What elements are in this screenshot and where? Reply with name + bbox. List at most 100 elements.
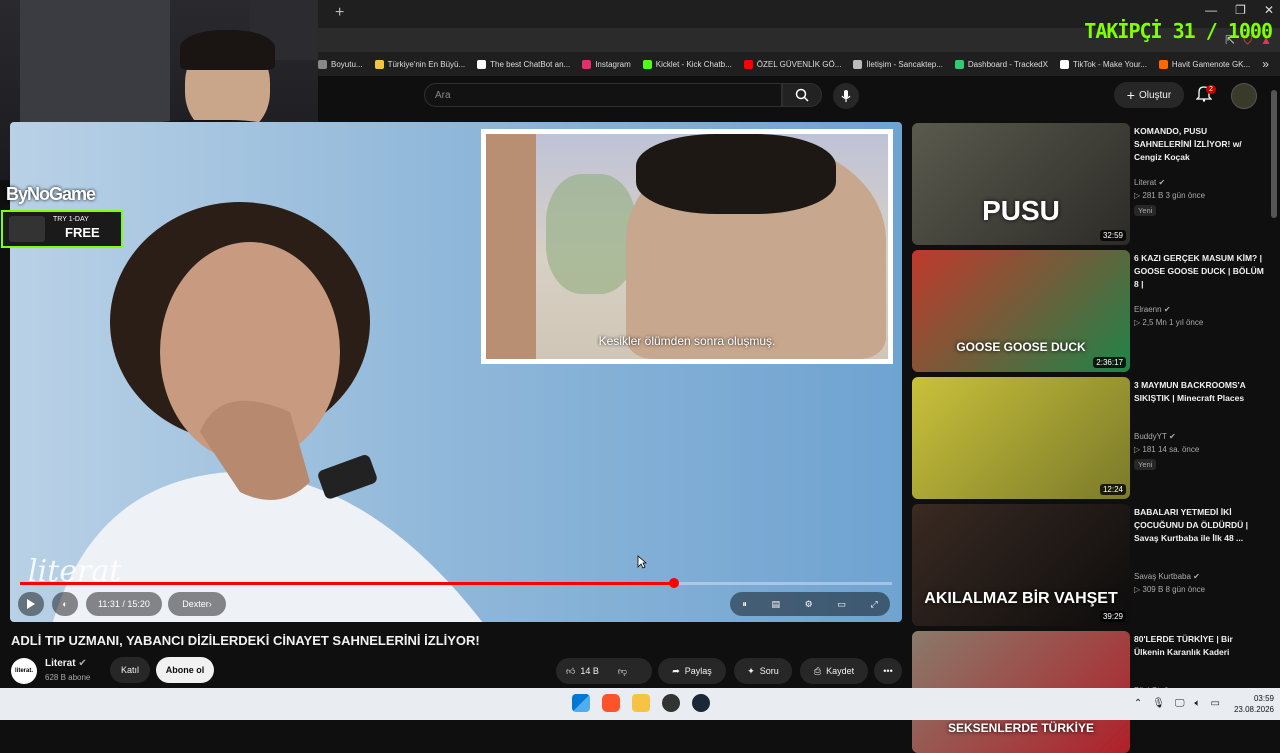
inset-scene-image: Kesikler ölümden sonra oluşmuş. [486,134,888,359]
video-subtitle: Kesikler ölümden sonra oluşmuş. [598,334,776,348]
streamer-hair [180,30,275,70]
voice-search-button[interactable] [833,83,859,109]
maximize-button[interactable]: ❐ [1235,3,1246,17]
video-thumbnail[interactable]: GOOSE GOOSE DUCK 2:36:17 [912,250,1130,372]
theater-mode-icon[interactable]: ▭ [837,599,846,610]
like-dislike-group: 👍︎ 14 B 👎︎ [556,658,652,684]
video-thumbnail[interactable]: 12:24 [912,377,1130,499]
steam-icon[interactable] [692,694,710,712]
time-display: 11:31 / 15:20 [86,592,162,616]
video-duration: 32:59 [1099,230,1126,241]
taskbar-apps [572,694,710,712]
recommendation-channel[interactable]: Elraenn ✔ [1134,305,1171,314]
progress-scrubber[interactable] [669,578,679,588]
bookmark-item[interactable]: The best ChatBot an... [477,59,570,69]
speaker-icon[interactable]: 🔈︎ [1195,698,1201,709]
search-icon [795,88,809,102]
bookmark-item[interactable]: Havit Gamenote GK... [1158,59,1250,69]
bookmark-item[interactable]: Türkiye'nin En Büyü... [374,59,465,69]
bookmark-item[interactable]: TikTok - Make Your... [1059,59,1147,69]
bookmark-item[interactable]: Kicklet - Kick Chatb... [642,59,732,69]
bookmark-item[interactable]: Boyutu... [318,59,363,69]
fullscreen-icon[interactable]: ⤢ [870,599,877,610]
new-tab-button[interactable]: + [335,4,344,22]
brave-browser-icon[interactable] [602,694,620,712]
recommendation-title[interactable]: BABALARI YETMEDİ İKİ ÇOCUĞUNU DA ÖLDÜRDÜ… [1134,506,1264,545]
like-button[interactable]: 👍︎ 14 B [566,666,599,677]
create-label: Oluştur [1138,89,1172,101]
channel-name-text: Literat [45,658,76,669]
progress-bar[interactable] [20,578,892,588]
settings-gear-icon[interactable]: ⚙ [805,599,813,610]
recommendation-channel[interactable]: BuddyYT ✔ [1134,432,1176,441]
close-window-button[interactable]: ✕ [1264,3,1274,17]
profile-avatar[interactable] [1231,83,1257,109]
chevron-up-icon[interactable]: ⌃ [1134,698,1142,709]
recommendation-card[interactable]: GOOSE GOOSE DUCK 2:36:17 6 KAZI GERÇEK MAS… [912,250,1272,372]
file-explorer-icon[interactable] [632,694,650,712]
more-actions-button[interactable]: ••• [874,658,902,684]
ask-button[interactable]: ✦ Soru [734,658,792,684]
thumbnail-text: GOOSE GOOSE DUCK [956,340,1086,354]
system-tray: ⌃ 🎙︎ 🖵 🔈︎ ▭ [1134,698,1220,709]
chapter-button[interactable]: Dexter › [168,592,226,616]
subscribe-button[interactable]: Abone ol [156,657,214,683]
video-thumbnail[interactable]: PUSU 32:59 [912,123,1130,245]
share-button[interactable]: ➦ Paylaş [658,658,726,684]
thumbnail-text: SEKSENLERDE TÜRKİYE [947,721,1095,735]
network-icon[interactable]: 🖵 [1175,698,1185,709]
recommendation-channel[interactable]: Savaş Kurtbaba ✔ [1134,572,1200,581]
recommendation-title[interactable]: 3 MAYMUN BACKROOMS'A SIKIŞTIK | Minecraf… [1134,379,1264,405]
meta-label: 309 B 8 gün önce [1142,585,1206,594]
more-bookmarks-button[interactable]: » [1262,57,1269,71]
volume-button[interactable]: ◐ [52,592,78,616]
actor-hair [636,134,836,214]
create-button[interactable]: + Oluştur [1114,82,1184,108]
bookmark-item[interactable]: İletişim - Sancaktep... [853,59,943,69]
save-button[interactable]: ⎙ Kaydet [800,658,868,684]
recommendation-card[interactable]: AKILALMAZ BİR VAHŞET 39:29 BABALARI YETMED… [912,504,1272,626]
scrollbar[interactable] [1271,90,1277,218]
sponsor-image [9,216,45,242]
share-label: Paylaş [684,666,712,676]
inset-scene-frame: Kesikler ölümden sonra oluşmuş. [481,129,893,364]
subtitles-icon[interactable]: ▤ [771,599,780,610]
recommendation-channel[interactable]: Literat ✔ [1134,178,1165,187]
recommendation-title[interactable]: 80'LERDE TÜRKİYE | Bir Ülkenin Karanlık … [1134,633,1264,659]
recommendation-card[interactable]: PUSU 32:59 KOMANDO, PUSU SAHNELERİNİ İZLİY… [912,123,1272,245]
join-button[interactable]: Katıl [110,657,150,683]
bookmark-item[interactable]: Instagram [582,59,631,69]
video-title: ADLİ TIP UZMANI, YABANCI DİZİLERDEKİ CİN… [11,633,480,648]
clock[interactable]: 03:59 23.08.2026 [1234,693,1274,715]
bookmark-item[interactable]: Dashboard - TrackedX [954,59,1048,69]
channel-name[interactable]: Literat ✔ [45,658,87,669]
thumbnail-text: AKILALMAZ BİR VAHŞET [924,590,1118,607]
channel-avatar[interactable]: literat. [11,658,37,684]
sponsor-try-text: TRY 1-DAY [53,216,89,223]
recommendation-title[interactable]: KOMANDO, PUSU SAHNELERİNİ İZLİYOR! w/ Ce… [1134,125,1264,164]
thumbnail-text: PUSU [982,195,1060,226]
recommendation-title[interactable]: 6 KAZI GERÇEK MASUM KİM? | GOOSE GOOSE D… [1134,252,1264,291]
sponsor-free-text: FREE [65,225,100,240]
play-button[interactable] [18,592,44,616]
search-button[interactable] [782,83,822,107]
video-thumbnail[interactable]: AKILALMAZ BİR VAHŞET 39:29 [912,504,1130,626]
dislike-button[interactable]: 👎︎ [618,666,627,677]
video-duration: 39:29 [1099,611,1126,622]
battery-icon[interactable]: ▭ [1211,698,1220,709]
windows-start-icon[interactable] [572,694,590,712]
mouse-cursor [637,555,647,569]
search-input[interactable]: Ara [424,83,782,107]
autoplay-toggle[interactable]: ⏸ [742,599,747,610]
obs-studio-icon[interactable] [662,694,680,712]
microphone-tray-icon[interactable]: 🎙︎ [1152,698,1165,709]
bookmark-icon: ⎙ [813,665,822,676]
minimize-button[interactable]: — [1205,3,1217,17]
bookmark-item[interactable]: ÖZEL GÜVENLİK GÖ... [743,59,841,69]
new-badge: Yeni [1134,205,1157,216]
recommendation-meta: ▷ 2,5 Mn 1 yıl önce [1134,318,1203,327]
channel-label: BuddyYT [1134,432,1167,441]
recommendation-card[interactable]: 12:24 3 MAYMUN BACKROOMS'A SIKIŞTIK | Min… [912,377,1272,499]
meta-label: 2,5 Mn 1 yıl önce [1142,318,1204,327]
video-player[interactable]: Kesikler ölümden sonra oluşmuş. literat … [10,122,902,622]
